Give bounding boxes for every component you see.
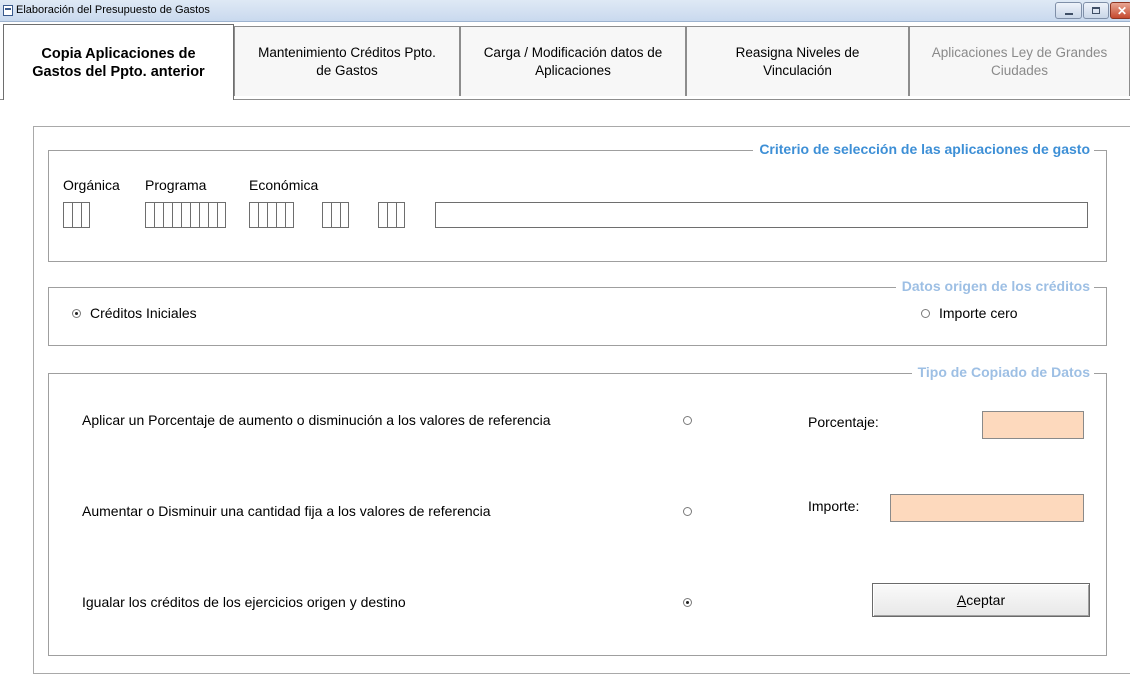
organica-digit[interactable] (63, 202, 72, 228)
tab-reasigna-niveles[interactable]: Reasigna Niveles de Vinculación (686, 26, 909, 96)
programa-digit[interactable] (172, 202, 181, 228)
programa-digit[interactable] (190, 202, 199, 228)
economica-digit[interactable] (322, 202, 331, 228)
programa-digit[interactable] (217, 202, 226, 228)
tab-ley-grandes-ciudades: Aplicaciones Ley de Grandes Ciudades (909, 26, 1130, 96)
title-bar: Elaboración del Presupuesto de Gastos ✕ (0, 0, 1130, 22)
minimize-icon (1065, 13, 1073, 15)
tab-label: Aplicaciones Ley de Grandes Ciudades (931, 44, 1108, 78)
programa-digit[interactable] (154, 202, 163, 228)
igualar-radio[interactable] (683, 598, 692, 607)
economica-digit[interactable] (340, 202, 349, 228)
origen-group-title: Datos origen de los créditos (895, 278, 1094, 294)
importe-label: Importe: (808, 498, 860, 514)
cantidad-radio[interactable] (683, 507, 692, 516)
tab-label: Carga / Modificación datos de Aplicacion… (483, 44, 663, 78)
organica-label: Orgánica (63, 177, 120, 193)
window-title: Elaboración del Presupuesto de Gastos (16, 4, 210, 16)
economica-digit[interactable] (258, 202, 267, 228)
organica-digit[interactable] (72, 202, 81, 228)
maximize-icon (1092, 7, 1100, 14)
programa-label: Programa (145, 177, 207, 193)
aceptar-label: ceptar (966, 592, 1006, 608)
porcentaje-input[interactable] (982, 411, 1084, 439)
porcentaje-label: Porcentaje: (808, 414, 879, 430)
tab-label: Reasigna Niveles de Vinculación (735, 44, 860, 78)
organica-field[interactable] (63, 202, 90, 228)
economica-label: Económica (249, 177, 319, 193)
close-button[interactable]: ✕ (1110, 2, 1130, 19)
programa-digit[interactable] (199, 202, 208, 228)
importe-input[interactable] (890, 494, 1084, 522)
minimize-button[interactable] (1055, 2, 1082, 19)
economica-digit[interactable] (331, 202, 340, 228)
programa-digit[interactable] (163, 202, 172, 228)
tab-mantenimiento-creditos[interactable]: Mantenimiento Créditos Ppto. de Gastos (234, 26, 460, 96)
tab-carga-modificacion[interactable]: Carga / Modificación datos de Aplicacion… (460, 26, 686, 96)
programa-digit[interactable] (208, 202, 217, 228)
organica-digit[interactable] (81, 202, 90, 228)
economica-capitulo-field[interactable] (249, 202, 294, 228)
creditos-iniciales-radio[interactable] (72, 309, 81, 318)
importe-cero-label[interactable]: Importe cero (939, 305, 1018, 321)
aceptar-button[interactable]: Aceptar (872, 583, 1090, 617)
igualar-option-label[interactable]: Igualar los créditos de los ejercicios o… (82, 594, 406, 610)
tab-label: Copia Aplicaciones de Gastos del Ppto. a… (32, 45, 205, 80)
economica-partida-field[interactable] (378, 202, 405, 228)
programa-digit[interactable] (181, 202, 190, 228)
close-icon: ✕ (1117, 4, 1128, 18)
creditos-iniciales-label[interactable]: Créditos Iniciales (90, 305, 197, 321)
aceptar-accelerator: A (956, 592, 967, 608)
economica-subconcepto-field[interactable] (322, 202, 349, 228)
importe-cero-radio[interactable] (921, 309, 930, 318)
economica-digit[interactable] (396, 202, 405, 228)
economica-digit[interactable] (378, 202, 387, 228)
programa-digit[interactable] (145, 202, 154, 228)
copiado-group-title: Tipo de Copiado de Datos (911, 364, 1094, 380)
economica-digit[interactable] (285, 202, 294, 228)
criterio-group-title: Criterio de selección de las aplicacione… (753, 141, 1094, 157)
tab-label: Mantenimiento Créditos Ppto. de Gastos (258, 44, 436, 78)
description-input[interactable] (435, 202, 1088, 228)
cantidad-option-label[interactable]: Aumentar o Disminuir una cantidad fija a… (82, 503, 491, 519)
economica-digit[interactable] (249, 202, 258, 228)
tab-copia-aplicaciones[interactable]: Copia Aplicaciones de Gastos del Ppto. a… (3, 24, 234, 100)
porcentaje-option-label[interactable]: Aplicar un Porcentaje de aumento o dismi… (82, 412, 551, 428)
economica-digit[interactable] (267, 202, 276, 228)
programa-field[interactable] (145, 202, 226, 228)
maximize-button[interactable] (1083, 2, 1109, 19)
economica-digit[interactable] (276, 202, 285, 228)
porcentaje-radio[interactable] (683, 416, 692, 425)
economica-digit[interactable] (387, 202, 396, 228)
app-icon (3, 5, 13, 16)
